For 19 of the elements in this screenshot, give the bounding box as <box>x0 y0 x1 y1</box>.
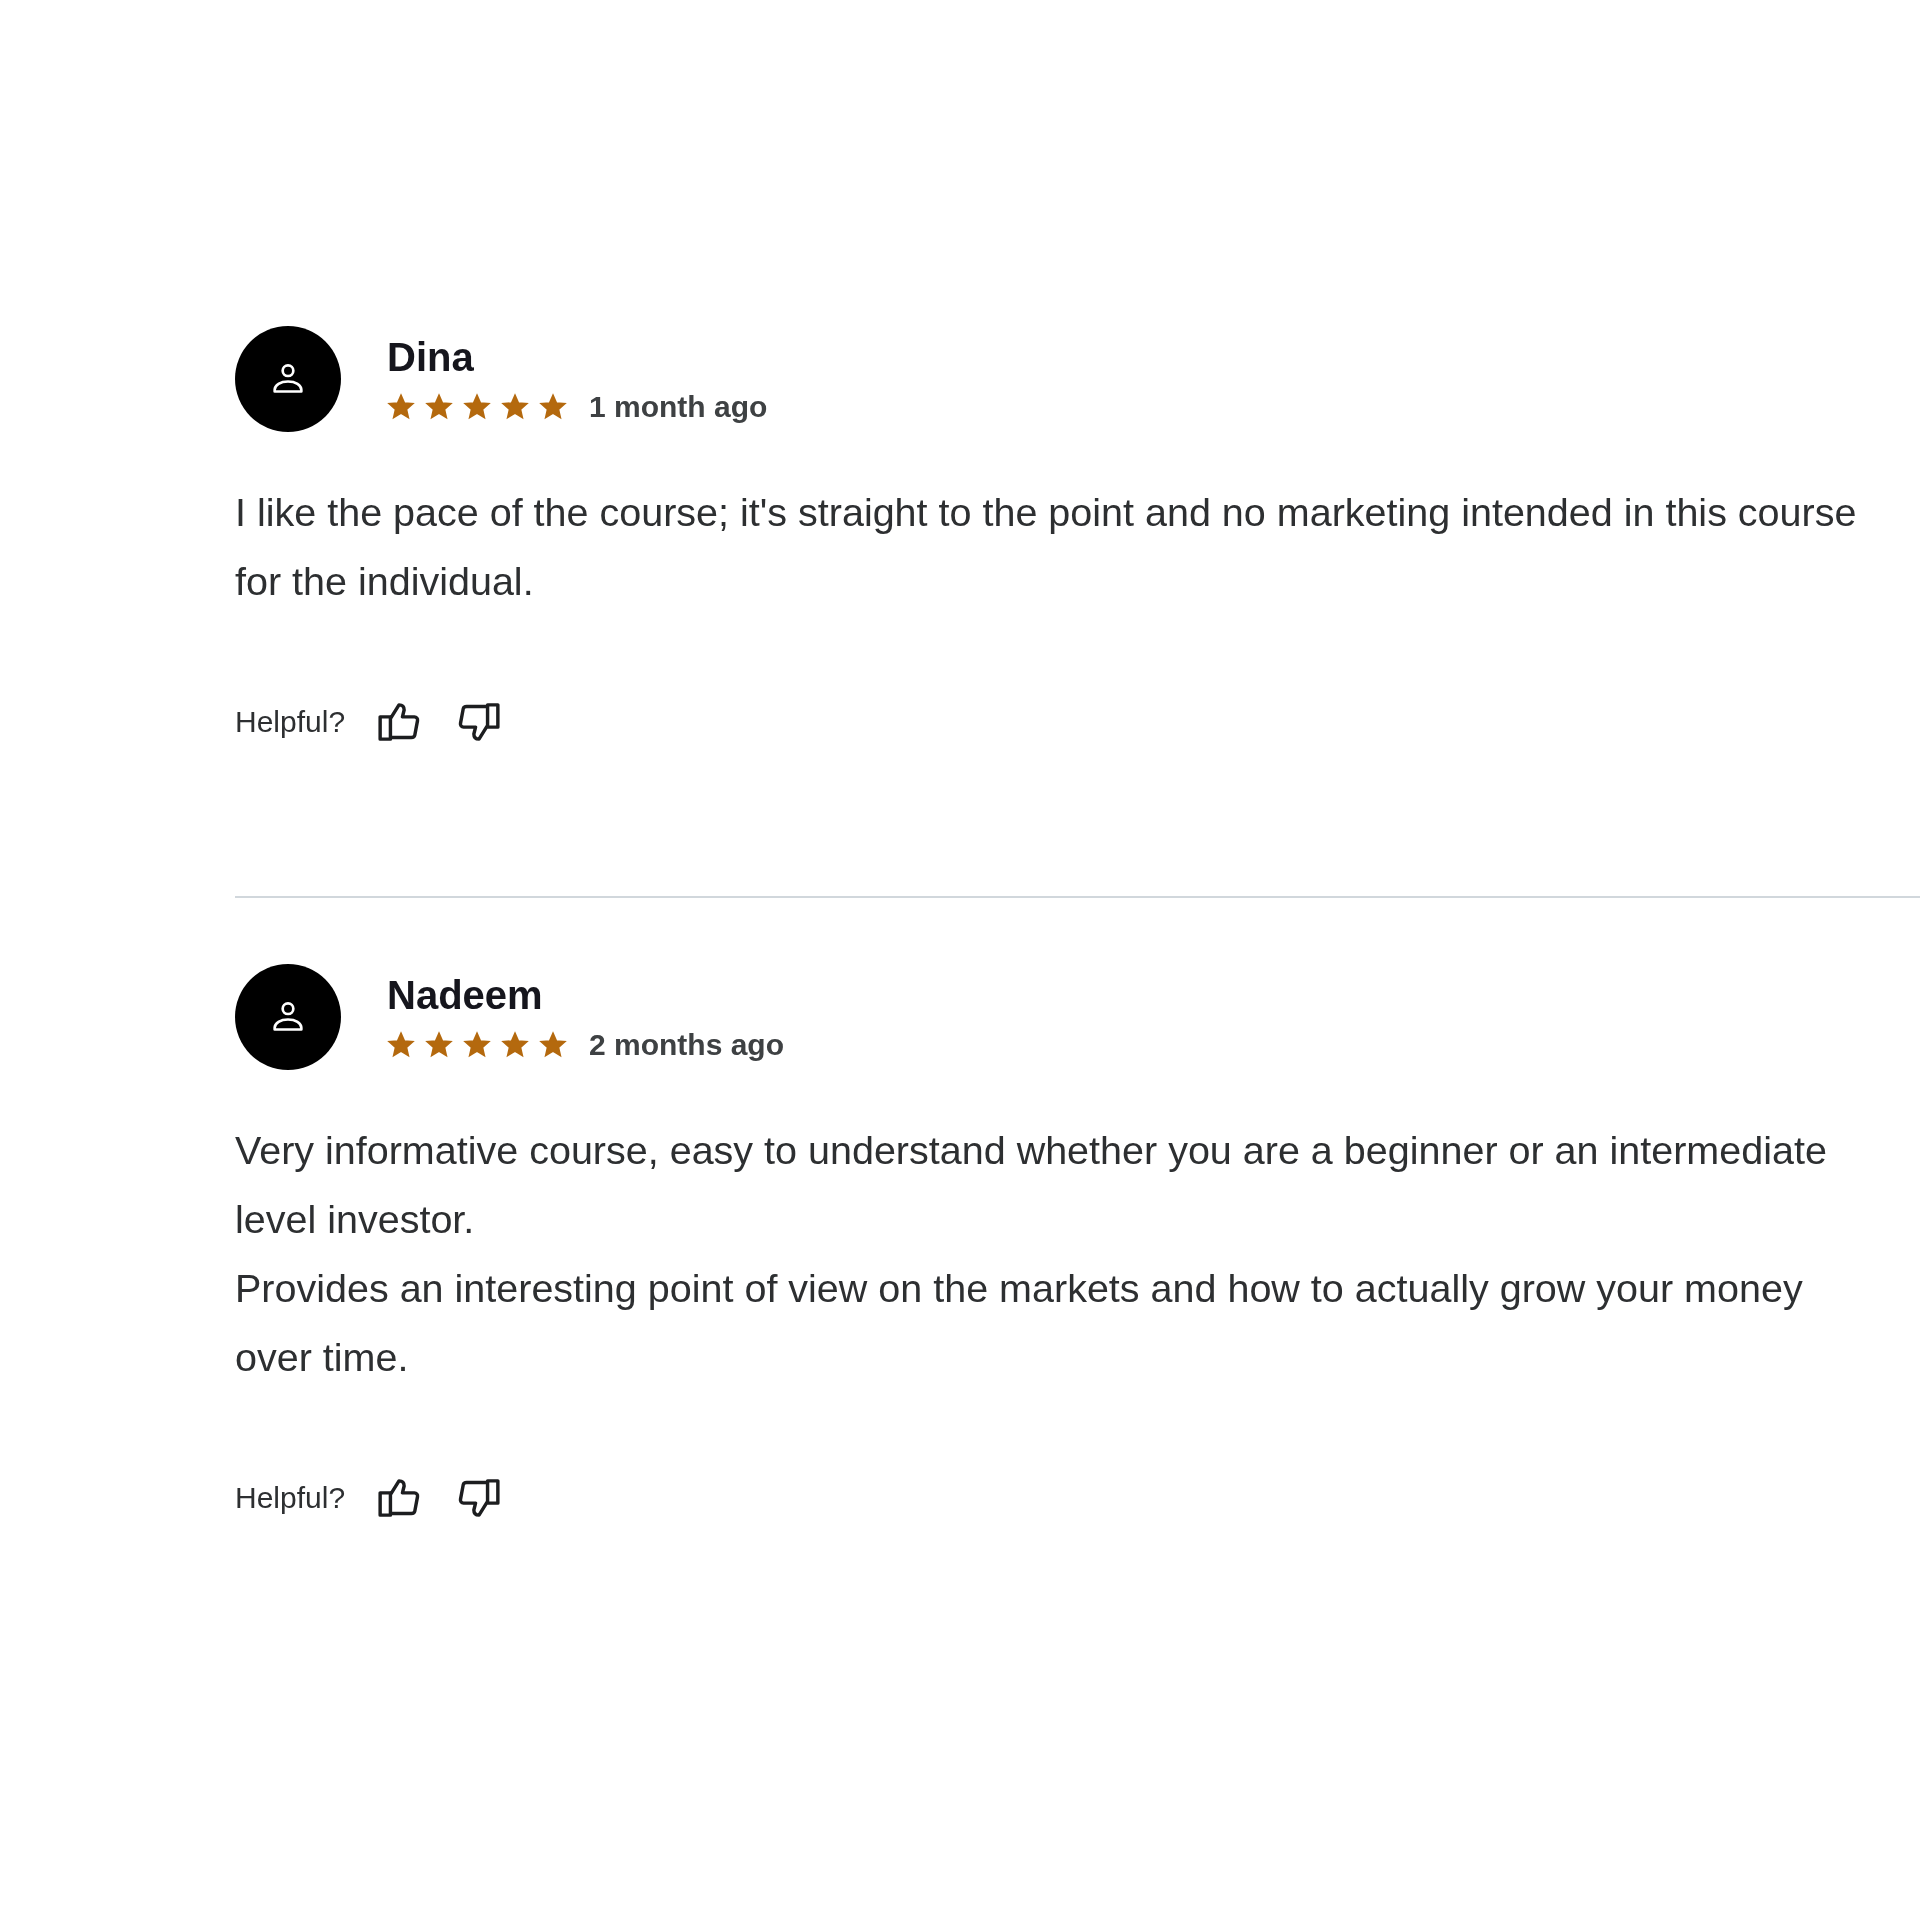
star-icon <box>387 392 415 421</box>
star-icon <box>463 1030 491 1059</box>
star-icon <box>463 392 491 421</box>
review-text: Very informative course, easy to understand whether you are a beginner or an intermediate level investor. <box>235 1127 1828 1243</box>
review-text: I like the pace of the course; it's straight to the point and no marketing intended in this course for the individual. <box>235 489 1858 605</box>
star-icon <box>539 392 567 421</box>
star-icon <box>501 392 529 421</box>
reviewer-name: Dina <box>387 334 475 380</box>
star-icon <box>425 392 453 421</box>
star-icon <box>387 1030 415 1059</box>
review-text: Provides an interesting point of view on the markets and how to actually grow your money over time. <box>235 1265 1804 1381</box>
star-icon <box>501 1030 529 1059</box>
star-icon <box>425 1030 453 1059</box>
helpful-label: Helpful? <box>235 705 346 739</box>
star-icon <box>539 1030 567 1059</box>
review-date: 1 month ago <box>589 389 768 424</box>
helpful-label: Helpful? <box>235 1481 346 1515</box>
review-date: 2 months ago <box>589 1027 784 1062</box>
reviewer-name: Nadeem <box>387 972 544 1018</box>
